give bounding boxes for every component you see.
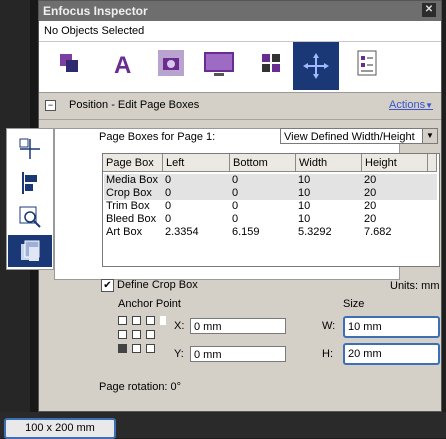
table-cell: 5.3292 (298, 226, 332, 238)
anchor-bottom-left[interactable] (118, 344, 127, 353)
page-boxes-label: Page Boxes for Page 1: (99, 131, 216, 143)
table-row-crop-box-bg[interactable] (104, 187, 437, 200)
monitor-icon (204, 52, 234, 76)
w-label: W: (322, 320, 336, 332)
view-mode-dropdown[interactable]: View Defined Width/Height ▼ (280, 128, 438, 144)
svg-text:A: A (114, 52, 131, 78)
table-cell: 10 (298, 187, 311, 199)
table-cell: 20 (364, 213, 377, 225)
close-icon[interactable]: ✕ (422, 3, 436, 17)
table-cell: 7.682 (364, 226, 392, 238)
subtab-page-boxes[interactable] (8, 235, 52, 267)
tab-layers[interactable] (51, 45, 87, 81)
dropdown-arrow-icon: ▼ (425, 101, 433, 110)
table-cell: 0 (232, 213, 239, 225)
tab-page-boxes[interactable] (293, 42, 339, 90)
page-rotation-text: Page rotation: 0° (99, 381, 182, 393)
table-cell: 20 (364, 187, 377, 199)
x-position-input[interactable]: 0 mm (190, 318, 286, 334)
col-header-page-box[interactable]: Page Box (103, 154, 163, 172)
y-position-input[interactable]: 0 mm (190, 346, 286, 362)
page-size-readout[interactable]: 100 x 200 mm (4, 418, 116, 439)
subtab-position[interactable] (8, 133, 52, 165)
col-header-extra (428, 154, 437, 172)
page-boxes-icon (303, 53, 329, 79)
anchor-top-right[interactable] (146, 316, 155, 325)
tab-document-info[interactable] (349, 45, 385, 81)
window-titlebar[interactable]: Enfocus Inspector ✕ (39, 1, 441, 21)
h-label: H: (322, 348, 333, 360)
align-icon (22, 172, 37, 194)
table-cell: Art Box (106, 226, 143, 238)
collapse-toggle[interactable]: − (45, 100, 56, 111)
subpanel-tabs (6, 128, 54, 270)
table-cell: 0 (165, 187, 172, 199)
col-header-bottom[interactable]: Bottom (230, 154, 296, 172)
inspector-tab-bar: A (39, 41, 441, 93)
tab-display[interactable] (201, 45, 237, 81)
table-cell: 0 (165, 174, 172, 186)
grid-squares-icon (262, 54, 280, 72)
table-cell: 0 (232, 174, 239, 186)
text-a-icon: A (114, 52, 131, 78)
table-cell: 0 (232, 200, 239, 212)
table-cell: Media Box (106, 174, 158, 186)
table-cell: 10 (298, 213, 311, 225)
anchor-center[interactable] (132, 330, 141, 339)
panel-divider (39, 119, 441, 120)
table-cell: 20 (364, 200, 377, 212)
chevron-down-icon[interactable]: ▼ (422, 129, 437, 143)
table-cell: Crop Box (106, 187, 152, 199)
table-cell: 0 (165, 200, 172, 212)
anchor-middle-left[interactable] (118, 330, 127, 339)
x-label: X: (174, 320, 185, 332)
col-header-width[interactable]: Width (296, 154, 362, 172)
actions-menu[interactable]: Actions▼ (389, 93, 433, 118)
anchor-bottom-center[interactable] (132, 344, 141, 353)
table-cell: Trim Box (106, 200, 150, 212)
layers-icon (60, 54, 78, 72)
anchor-point-grid[interactable] (118, 316, 170, 368)
table-cell: 10 (298, 174, 311, 186)
units-label: Units: mm (390, 280, 440, 292)
document-list-icon (357, 50, 377, 76)
camera-icon (158, 50, 184, 76)
tab-text[interactable]: A (105, 45, 141, 81)
anchor-middle-right[interactable] (146, 330, 155, 339)
y-label: Y: (174, 348, 184, 360)
table-cell: 20 (364, 174, 377, 186)
col-header-height[interactable]: Height (362, 154, 428, 172)
col-header-left[interactable]: Left (163, 154, 230, 172)
tab-grid[interactable] (253, 45, 289, 81)
page-boxes-stack-icon (21, 240, 40, 261)
page-boxes-table: Page Box Left Bottom Width Height Media … (102, 153, 440, 267)
anchor-point-label: Anchor Point (118, 298, 181, 310)
panel-title: Position - Edit Page Boxes (69, 99, 200, 111)
table-cell: Bleed Box (106, 213, 157, 225)
panel-header: − Position - Edit Page Boxes Actions▼ (39, 93, 441, 117)
subtab-align[interactable] (8, 167, 52, 199)
table-cell: 0 (232, 187, 239, 199)
height-input[interactable]: 20 mm (343, 343, 440, 365)
anchor-top-center[interactable] (132, 316, 141, 325)
anchor-spacer (160, 316, 166, 325)
position-move-icon (19, 138, 40, 159)
size-label: Size (343, 298, 365, 310)
window-title: Enfocus Inspector (43, 4, 148, 18)
table-cell: 6.159 (232, 226, 260, 238)
subtab-scale[interactable] (8, 201, 52, 233)
tab-image[interactable] (153, 45, 189, 81)
anchor-top-left[interactable] (118, 316, 127, 325)
table-cell: 2.3354 (165, 226, 199, 238)
view-mode-value: View Defined Width/Height (284, 131, 415, 143)
define-crop-box-checkbox[interactable]: ✔ (101, 279, 114, 292)
table-cell: 10 (298, 200, 311, 212)
selection-status: No Objects Selected (39, 21, 441, 41)
width-input[interactable]: 10 mm (343, 316, 440, 338)
scale-magnifier-icon (19, 206, 41, 228)
actions-label: Actions (389, 99, 426, 111)
table-cell: 0 (165, 213, 172, 225)
define-crop-box-label: Define Crop Box (117, 279, 198, 291)
anchor-bottom-right[interactable] (146, 344, 155, 353)
